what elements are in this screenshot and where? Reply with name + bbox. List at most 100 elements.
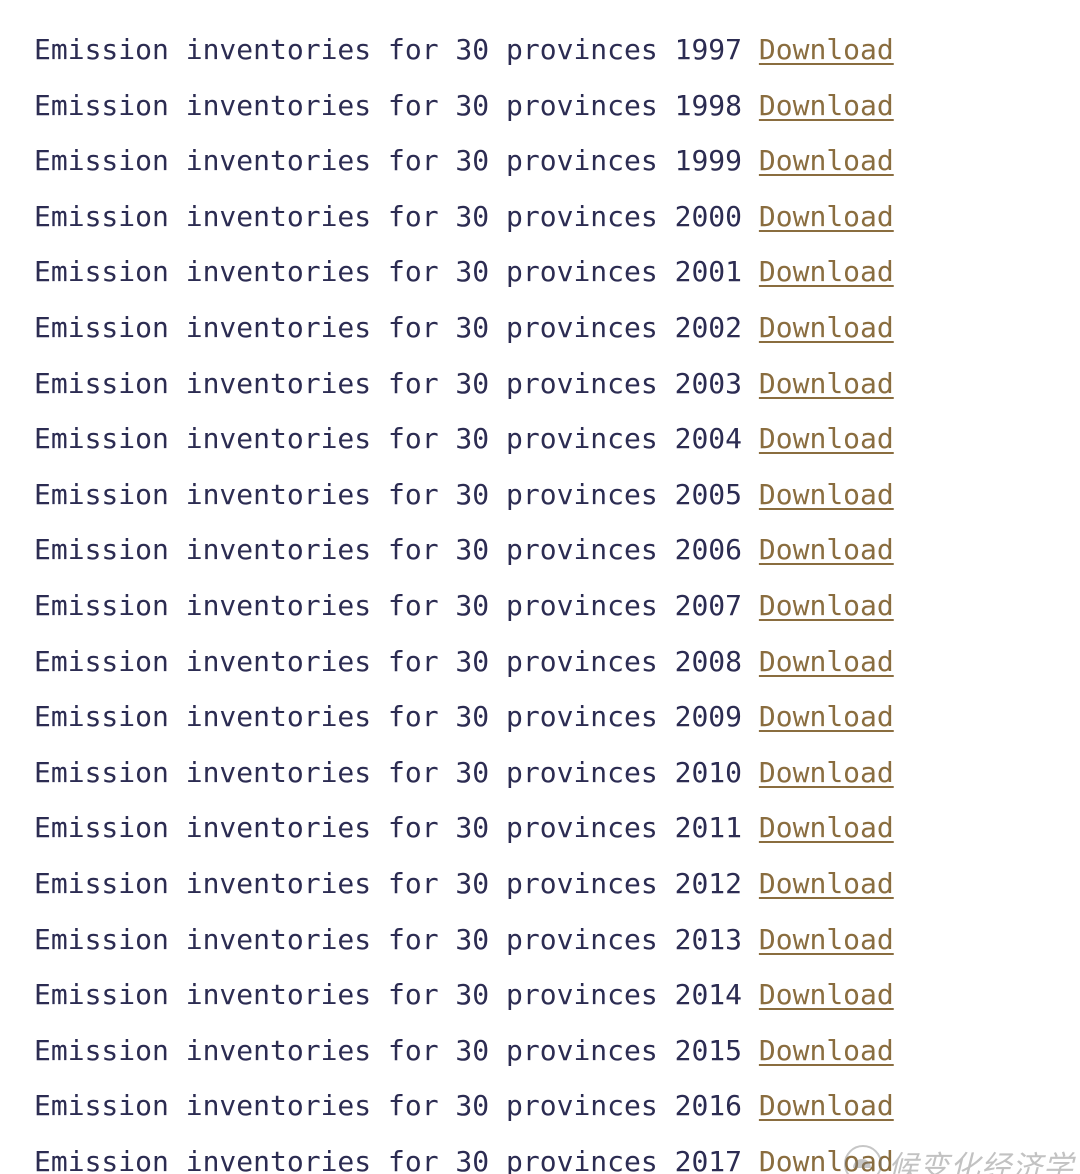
download-link[interactable]: Download [759,144,894,177]
list-item-label: Emission inventories for 30 provinces [34,1089,658,1123]
download-link[interactable]: Download [759,33,894,66]
download-link[interactable]: Download [759,367,894,400]
download-link[interactable]: Download [759,255,894,288]
list-item: Emission inventories for 30 provinces 20… [34,634,1054,690]
list-item-label: Emission inventories for 30 provinces [34,866,658,900]
list-item: Emission inventories for 30 provinces 20… [34,356,1054,412]
download-link[interactable]: Download [759,811,894,844]
download-link[interactable]: Download [759,533,894,566]
list-item: Emission inventories for 30 provinces 20… [34,244,1054,300]
download-link[interactable]: Download [759,1089,894,1122]
list-item: Emission inventories for 30 provinces 19… [34,133,1054,189]
list-item-year: 2012 [674,866,743,900]
list-item-label: Emission inventories for 30 provinces [34,88,658,122]
list-item-label: Emission inventories for 30 provinces [34,422,658,456]
list-item-label: Emission inventories for 30 provinces [34,310,658,344]
download-link[interactable]: Download [759,1145,894,1174]
list-item-year: 2016 [674,1089,743,1123]
download-link[interactable]: Download [759,311,894,344]
list-item-label: Emission inventories for 30 provinces [34,978,658,1012]
download-link[interactable]: Download [759,478,894,511]
list-item-label: Emission inventories for 30 provinces [34,144,658,178]
list-item-label: Emission inventories for 30 provinces [34,922,658,956]
list-item-label: Emission inventories for 30 provinces [34,366,658,400]
list-item-year: 2002 [674,310,743,344]
list-item-year: 2017 [674,1144,743,1174]
list-item-year: 2011 [674,811,743,845]
list-item: Emission inventories for 30 provinces 19… [34,78,1054,134]
download-link[interactable]: Download [759,589,894,622]
list-item-label: Emission inventories for 30 provinces [34,1144,658,1174]
list-item-year: 2005 [674,477,743,511]
list-item-year: 2001 [674,255,743,289]
list-item-year: 2010 [674,755,743,789]
list-item-label: Emission inventories for 30 provinces [34,755,658,789]
list-item-label: Emission inventories for 30 provinces [34,255,658,289]
list-item-year: 2015 [674,1033,743,1067]
list-item-label: Emission inventories for 30 provinces [34,644,658,678]
list-item: Emission inventories for 30 provinces 20… [34,689,1054,745]
download-link[interactable]: Download [759,422,894,455]
page-root: Emission inventories for 30 provinces 19… [0,0,1080,1174]
download-link[interactable]: Download [759,756,894,789]
download-link[interactable]: Download [759,1034,894,1067]
list-item: Emission inventories for 30 provinces 20… [34,189,1054,245]
list-item: Emission inventories for 30 provinces 20… [34,300,1054,356]
list-item-label: Emission inventories for 30 provinces [34,199,658,233]
download-link[interactable]: Download [759,923,894,956]
list-item: Emission inventories for 30 provinces 20… [34,1078,1054,1134]
list-item-label: Emission inventories for 30 provinces [34,33,658,66]
list-item-year: 2009 [674,700,743,734]
download-link[interactable]: Download [759,978,894,1011]
download-link[interactable]: Download [759,645,894,678]
list-item: Emission inventories for 30 provinces 20… [34,745,1054,801]
list-item-year: 2004 [674,422,743,456]
list-item-label: Emission inventories for 30 provinces [34,1033,658,1067]
list-item: Emission inventories for 30 provinces 20… [34,578,1054,634]
download-link[interactable]: Download [759,89,894,122]
list-item: Emission inventories for 30 provinces 20… [34,856,1054,912]
download-link[interactable]: Download [759,700,894,733]
list-item: Emission inventories for 30 provinces 20… [34,1023,1054,1079]
list-item-year: 1998 [674,88,743,122]
download-link[interactable]: Download [759,867,894,900]
list-item-label: Emission inventories for 30 provinces [34,477,658,511]
list-item-year: 2013 [674,922,743,956]
download-link[interactable]: Download [759,200,894,233]
